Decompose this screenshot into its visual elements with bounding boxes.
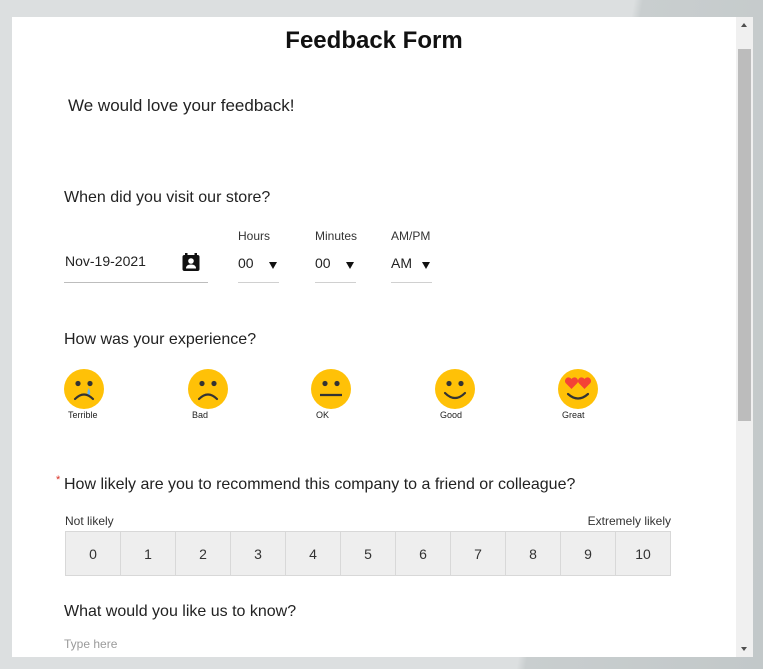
experience-option-good[interactable]: Good <box>434 368 494 424</box>
vertical-scrollbar[interactable] <box>736 17 753 657</box>
experience-option-great[interactable]: Great <box>557 368 617 424</box>
scrollbar-thumb[interactable] <box>738 49 751 421</box>
nps-option-1[interactable]: 1 <box>121 532 176 575</box>
scale-high-label: Extremely likely <box>587 514 671 528</box>
nps-option-2[interactable]: 2 <box>176 532 231 575</box>
nps-option-9[interactable]: 9 <box>561 532 616 575</box>
neutral-face-icon <box>311 369 351 409</box>
scroll-up-arrow-icon[interactable] <box>736 17 753 34</box>
crying-face-icon <box>64 369 104 409</box>
recommend-question-wrap: * How likely are you to recommend this c… <box>56 474 576 494</box>
comments-question: What would you like us to know? <box>64 603 297 620</box>
form-intro: We would love your feedback! <box>68 96 295 115</box>
nps-option-5[interactable]: 5 <box>341 532 396 575</box>
experience-option-label: Good <box>440 410 463 420</box>
minutes-select[interactable]: 00 <box>315 245 356 283</box>
form-content: Feedback Form We would love your feedbac… <box>12 17 736 657</box>
visit-question: When did you visit our store? <box>64 189 271 206</box>
experience-option-label: Bad <box>192 410 209 420</box>
hours-label: Hours <box>238 229 271 243</box>
nps-option-3[interactable]: 3 <box>231 532 286 575</box>
experience-question: How was your experience? <box>64 331 257 348</box>
experience-option-bad[interactable]: Bad <box>187 368 247 424</box>
experience-option-label: Great <box>562 410 585 420</box>
ampm-value: AM <box>391 255 412 271</box>
experience-option-ok[interactable]: OK <box>310 368 370 424</box>
smiling-face-icon <box>435 369 475 409</box>
nps-option-0[interactable]: 0 <box>66 532 121 575</box>
nps-option-6[interactable]: 6 <box>396 532 451 575</box>
chevron-down-icon <box>269 262 277 269</box>
chevron-down-icon <box>346 262 354 269</box>
scroll-down-arrow-icon[interactable] <box>736 640 753 657</box>
calendar-icon[interactable] <box>181 252 201 272</box>
frowning-face-icon <box>188 369 228 409</box>
nps-option-4[interactable]: 4 <box>286 532 341 575</box>
nps-option-7[interactable]: 7 <box>451 532 506 575</box>
nps-scale: 0 1 2 3 4 5 6 7 8 9 10 <box>65 531 671 576</box>
required-marker: * <box>56 474 61 486</box>
comments-input[interactable] <box>64 637 664 657</box>
form-title: Feedback Form <box>285 27 463 54</box>
nps-option-10[interactable]: 10 <box>616 532 670 575</box>
experience-option-terrible[interactable]: Terrible <box>63 368 123 424</box>
ampm-label: AM/PM <box>391 229 431 243</box>
ampm-select[interactable]: AM <box>391 245 432 283</box>
scale-low-label: Not likely <box>65 514 114 528</box>
hours-value: 00 <box>238 255 254 271</box>
minutes-label: Minutes <box>315 229 358 243</box>
heart-eyes-face-icon <box>558 369 598 409</box>
nps-option-8[interactable]: 8 <box>506 532 561 575</box>
minutes-value: 00 <box>315 255 331 271</box>
visit-date-field[interactable]: Nov-19-2021 <box>64 245 208 283</box>
chevron-down-icon <box>422 262 430 269</box>
experience-option-label: OK <box>316 410 330 420</box>
visit-date-value: Nov-19-2021 <box>65 253 146 269</box>
experience-option-label: Terrible <box>68 410 98 420</box>
form-window: Feedback Form We would love your feedbac… <box>12 17 753 657</box>
hours-select[interactable]: 00 <box>238 245 279 283</box>
recommend-question: How likely are you to recommend this com… <box>64 476 576 493</box>
